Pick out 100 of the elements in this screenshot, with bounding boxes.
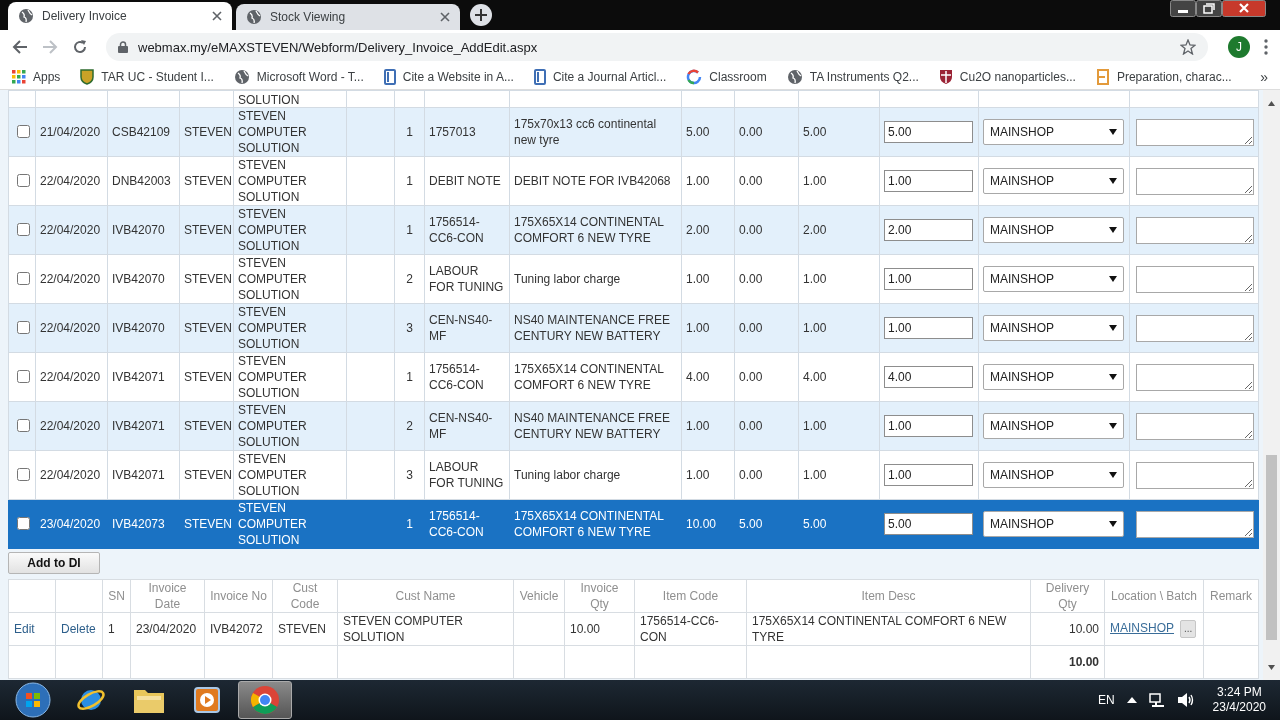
table-cell: 175X65X14 CONTINENTAL COMFORT 6 NEW TYRE (509, 352, 682, 402)
checkbox[interactable] (17, 468, 30, 482)
browser-tab[interactable]: Delivery Invoice (8, 1, 232, 30)
table-cell: 4.00 (798, 352, 880, 402)
minimize-icon[interactable] (1170, 0, 1196, 17)
remark-field[interactable] (1136, 167, 1254, 195)
close-icon[interactable] (212, 10, 222, 21)
table-cell: 1 (394, 156, 425, 206)
checkbox[interactable] (17, 321, 30, 335)
table-cell: STEVEN (179, 254, 234, 304)
caret-icon (1109, 472, 1117, 479)
network-icon[interactable] (1148, 692, 1165, 709)
edit-link[interactable]: Edit (14, 622, 35, 637)
volume-icon[interactable] (1176, 692, 1195, 709)
qty-field[interactable]: 2.00 (884, 219, 973, 242)
table-cell: 1 (394, 107, 425, 157)
bookmark[interactable]: Cite a Website in A... (383, 68, 514, 85)
browse-button[interactable]: ... (1180, 620, 1197, 639)
checkbox[interactable] (17, 125, 30, 139)
checkbox[interactable] (17, 517, 30, 531)
location-dropdown[interactable]: MAINSHOP (983, 168, 1124, 195)
table-cell: 3 (394, 450, 425, 500)
table-cell: 1 (394, 205, 425, 255)
qty-field[interactable]: 1.00 (884, 464, 973, 487)
qty-field[interactable]: 4.00 (884, 366, 973, 389)
bookmark[interactable]: Preparation, charac... (1095, 68, 1232, 85)
qty-field[interactable]: 1.00 (884, 317, 973, 340)
bookmark[interactable]: Cite a Journal Articl... (533, 68, 667, 85)
globe-icon (18, 7, 34, 24)
remark-field[interactable] (1136, 216, 1254, 244)
location-dropdown[interactable]: MAINSHOP (983, 315, 1124, 342)
scrollbar[interactable] (1263, 90, 1280, 681)
table-cell: 1.00 (798, 156, 880, 206)
book-icon (533, 68, 546, 85)
table-cell: 1756514-CC6-CON (634, 612, 747, 646)
qty-field[interactable]: 1.00 (884, 415, 973, 438)
remark-field[interactable] (1136, 118, 1254, 146)
column-header: Remark (1203, 579, 1259, 613)
remark-field[interactable] (1136, 461, 1254, 489)
caret-icon (1109, 423, 1117, 430)
new-tab-icon[interactable] (470, 3, 492, 26)
column-header: Location \ Batch (1104, 579, 1204, 613)
clock-date[interactable]: 23/4/2020 (1212, 700, 1266, 716)
globe-icon (786, 68, 803, 85)
bookmark[interactable]: Cu2O nanoparticles... (938, 68, 1076, 85)
media-player-icon[interactable] (193, 686, 221, 715)
close-icon[interactable] (440, 11, 450, 22)
bookmark[interactable]: TA Instruments Q2... (786, 68, 919, 85)
add-button[interactable]: Add to DI (8, 552, 100, 575)
remark-field[interactable] (1136, 314, 1254, 342)
location-dropdown[interactable]: MAINSHOP (983, 413, 1124, 440)
table-cell: CEN-NS40-MF (424, 401, 510, 451)
remark-field[interactable] (1136, 265, 1254, 293)
location-dropdown[interactable]: MAINSHOP (983, 266, 1124, 293)
clock-time[interactable]: 3:24 PM (1216, 685, 1262, 701)
table-cell: 2 (394, 254, 425, 304)
table-cell: DEBIT NOTE FOR IVB42068 (509, 156, 682, 206)
checkbox[interactable] (17, 272, 30, 286)
close-icon[interactable] (1222, 0, 1266, 17)
chrome-icon[interactable] (250, 685, 280, 716)
table-cell: 5.00 (798, 107, 880, 157)
bookmark[interactable]: Apps (12, 69, 61, 84)
checkbox[interactable] (17, 419, 30, 433)
location-dropdown[interactable]: MAINSHOP (983, 217, 1124, 244)
star-icon[interactable] (1180, 39, 1196, 56)
qty-field[interactable]: 5.00 (884, 121, 973, 144)
remark-field[interactable] (1136, 412, 1254, 440)
reload-icon[interactable] (72, 39, 88, 56)
remark-field[interactable] (1136, 363, 1254, 391)
table-cell: LABOUR FOR TUNING (424, 450, 510, 500)
profile-avatar[interactable]: J (1228, 36, 1250, 59)
restore-icon[interactable] (1196, 0, 1222, 17)
bookmark[interactable]: TAR UC - Student I... (80, 68, 214, 85)
table-cell: STEVEN COMPUTER SOLUTION (233, 352, 347, 402)
qty-field[interactable]: 5.00 (884, 513, 973, 536)
language-indicator[interactable]: EN (1097, 693, 1115, 708)
checkbox[interactable] (17, 174, 30, 188)
location-dropdown[interactable]: MAINSHOP (983, 462, 1124, 489)
checkbox[interactable] (17, 223, 30, 237)
back-icon[interactable] (12, 39, 28, 56)
location-link[interactable]: MAINSHOP (1110, 621, 1174, 636)
menu-icon[interactable] (1264, 39, 1268, 56)
table-cell: 10.00 (681, 499, 735, 549)
table-cell: 4.00 (681, 352, 735, 402)
address-bar[interactable]: webmax.my/eMAXSTEVEN/Webform/Delivery_Invoice_AddEdit.aspx (106, 33, 1208, 62)
qty-field[interactable]: 1.00 (884, 268, 973, 291)
browser-tab[interactable]: Stock Viewing (236, 3, 460, 30)
bookmarks-overflow-button[interactable]: » (1260, 68, 1268, 85)
bookmark[interactable]: Microsoft Word - T... (233, 68, 364, 85)
location-dropdown[interactable]: MAINSHOP (983, 511, 1124, 538)
remark-field[interactable] (1136, 510, 1254, 538)
table-cell: 22/04/2020 (35, 156, 108, 206)
location-dropdown[interactable]: MAINSHOP (983, 119, 1124, 146)
bookmark[interactable]: Classroom (686, 68, 767, 85)
qty-field[interactable]: 1.00 (884, 170, 973, 193)
tray-arrow-icon[interactable] (1126, 697, 1137, 704)
table-cell: STEVEN COMPUTER SOLUTION (233, 499, 347, 549)
checkbox[interactable] (17, 370, 30, 384)
location-dropdown[interactable]: MAINSHOP (983, 364, 1124, 391)
start-orb-icon[interactable] (15, 682, 51, 719)
